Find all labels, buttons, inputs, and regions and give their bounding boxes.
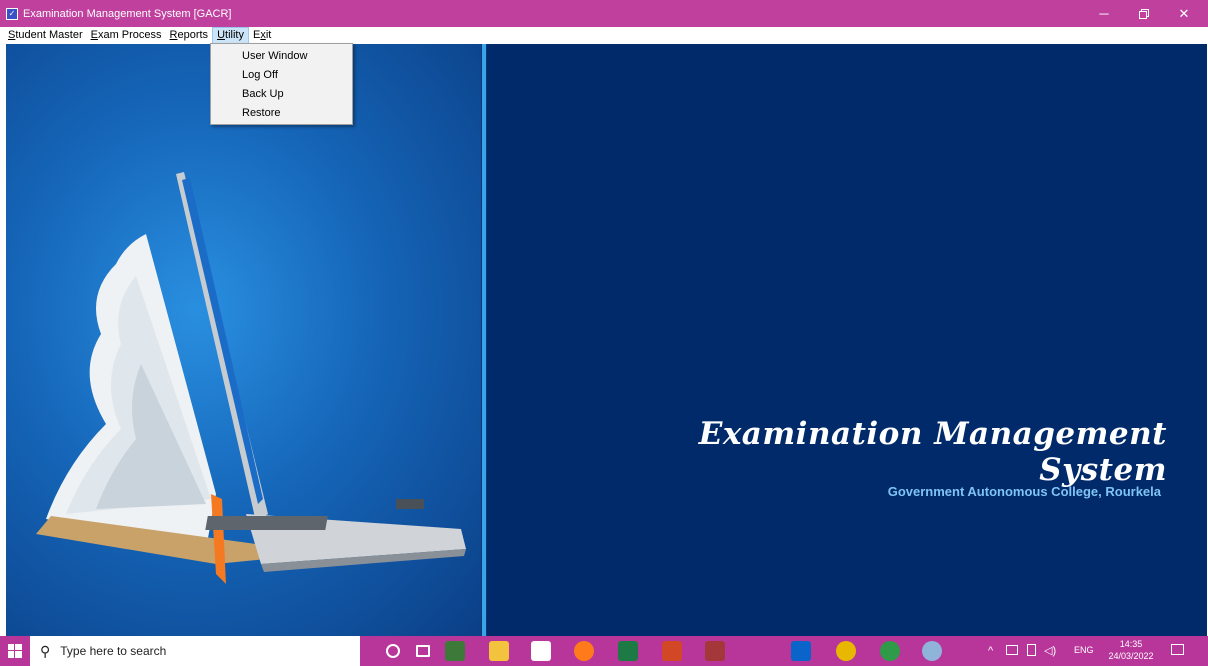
title-bar: ✓ Examination Management System [GACR] ─…: [0, 0, 1208, 27]
menu-item-log-off[interactable]: Log Off: [211, 66, 352, 85]
menu-student-master[interactable]: Student Master: [4, 27, 87, 44]
app-icon[interactable]: ✓: [6, 7, 18, 20]
store-icon[interactable]: [531, 641, 551, 661]
search-box[interactable]: ⚲ Type here to search: [30, 636, 360, 666]
search-icon: ⚲: [40, 642, 51, 659]
access-icon[interactable]: [705, 641, 725, 661]
cortana-icon[interactable]: [386, 644, 400, 658]
search-placeholder: Type here to search: [60, 644, 167, 658]
firefox-icon[interactable]: [574, 641, 594, 661]
mail-icon[interactable]: [791, 641, 811, 661]
task-view-icon[interactable]: [416, 645, 430, 657]
language-indicator[interactable]: ENG: [1074, 645, 1094, 655]
menu-item-user-window[interactable]: User Window: [211, 47, 352, 66]
menu-exit[interactable]: Exit: [249, 27, 275, 44]
file-explorer-icon[interactable]: [489, 641, 509, 661]
clock-date: 24/03/2022: [1108, 651, 1154, 661]
main-content: Examination Management System Government…: [0, 44, 1208, 636]
utility-dropdown: User Window Log Off Back Up Restore: [210, 43, 353, 125]
app-icon-1[interactable]: [445, 641, 465, 661]
clock-time: 14:35: [1119, 639, 1143, 649]
chrome-icon[interactable]: [836, 641, 856, 661]
restore-icon[interactable]: [1124, 0, 1164, 27]
title-panel: Examination Management System Government…: [487, 44, 1207, 636]
hero-image: [6, 44, 481, 636]
chrome-icon-2[interactable]: [880, 641, 900, 661]
windows-icon: [8, 644, 22, 658]
menu-item-restore[interactable]: Restore: [211, 104, 352, 123]
battery-icon[interactable]: [1027, 644, 1036, 656]
minimize-icon[interactable]: ─: [1084, 0, 1124, 27]
paint-icon[interactable]: [922, 641, 942, 661]
clock[interactable]: 14:35 24/03/2022: [1104, 638, 1158, 662]
menu-reports[interactable]: Reports: [166, 27, 213, 44]
app-heading: Examination Management System: [698, 416, 1167, 488]
powerpoint-icon[interactable]: [662, 641, 682, 661]
volume-icon[interactable]: ◁): [1044, 644, 1056, 657]
tray-chevron-icon[interactable]: ^: [988, 645, 993, 657]
menu-exam-process[interactable]: Exam Process: [87, 27, 166, 44]
window-title: Examination Management System [GACR]: [23, 7, 232, 20]
close-icon[interactable]: ✕: [1164, 0, 1204, 27]
college-name: Government Autonomous College, Rourkela: [887, 484, 1161, 499]
network-icon[interactable]: [1006, 645, 1018, 655]
excel-icon[interactable]: [618, 641, 638, 661]
menu-utility[interactable]: Utility: [212, 27, 249, 44]
menu-bar: Student Master Exam Process Reports Util…: [0, 27, 1208, 44]
menu-item-back-up[interactable]: Back Up: [211, 85, 352, 104]
notification-icon[interactable]: [1171, 644, 1184, 655]
start-button[interactable]: [0, 636, 30, 666]
